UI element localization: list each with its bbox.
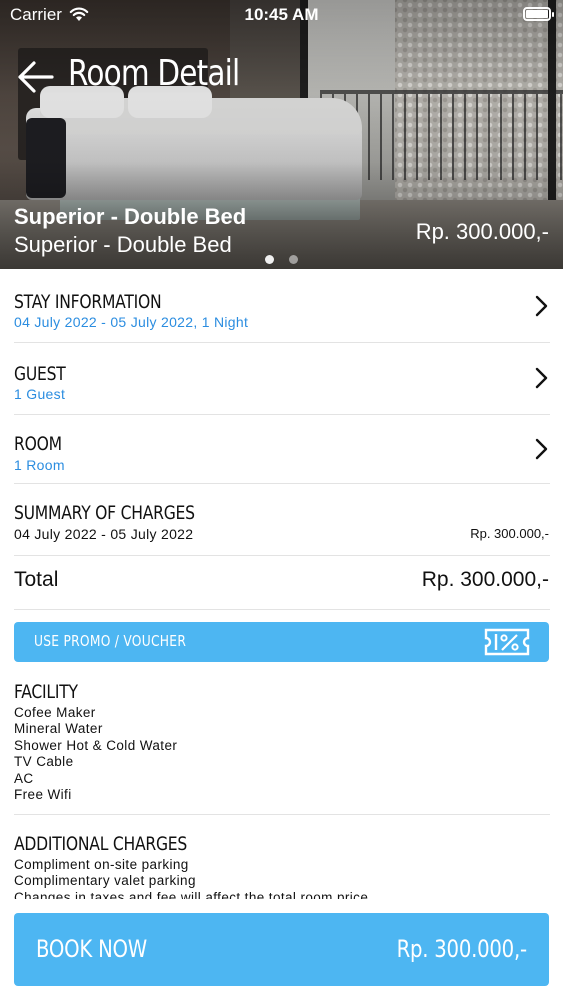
additional-charges-scroll[interactable]: Compliment on-site parking Complimentary…: [14, 857, 550, 899]
guest-row[interactable]: GUEST 1 Guest: [0, 343, 563, 414]
guest-title: GUEST: [14, 363, 66, 385]
status-bar: Carrier 10:45 AM: [0, 0, 563, 30]
carousel-dot[interactable]: [265, 255, 274, 264]
book-now-label: BOOK NOW: [36, 935, 148, 963]
facility-list: Cofee Maker Mineral Water Shower Hot & C…: [14, 705, 177, 803]
chevron-right-icon: [535, 367, 548, 389]
divider: [14, 814, 550, 815]
book-now-button[interactable]: BOOK NOW Rp. 300.000,-: [14, 913, 549, 986]
stay-information-row[interactable]: STAY INFORMATION 04 July 2022 - 05 July …: [0, 269, 563, 342]
page-title: Room Detail: [68, 53, 240, 94]
room-name: Superior - Double Bed: [14, 204, 247, 229]
room-type: Superior - Double Bed: [14, 232, 232, 257]
list-item: Shower Hot & Cold Water: [14, 737, 178, 753]
room-value: 1 Room: [14, 457, 65, 473]
room-row[interactable]: ROOM 1 Room: [0, 415, 563, 483]
divider: [14, 609, 550, 610]
divider: [14, 555, 550, 556]
list-item: AC: [14, 770, 34, 786]
list-item: Compliment on-site parking: [14, 857, 189, 872]
battery-icon: [523, 7, 554, 21]
list-item: Changes in taxes and fee will affect the…: [14, 889, 369, 899]
total-value: Rp. 300.000,-: [421, 568, 549, 591]
promo-voucher-label: USE PROMO / VOUCHER: [34, 632, 187, 650]
stay-information-title: STAY INFORMATION: [14, 291, 162, 313]
additional-charges-title: ADDITIONAL CHARGES: [14, 833, 188, 855]
clock: 10:45 AM: [244, 5, 319, 24]
facility-title: FACILITY: [14, 681, 78, 703]
book-now-price: Rp. 300.000,-: [396, 935, 527, 963]
list-item: Mineral Water: [14, 721, 103, 737]
list-item: TV Cable: [14, 754, 74, 770]
voucher-percent-icon: [484, 628, 530, 656]
promo-voucher-button[interactable]: USE PROMO / VOUCHER: [14, 622, 549, 662]
room-photo-carousel[interactable]: Carrier 10:45 AM Room Detail Superior - …: [0, 0, 563, 269]
room-title: ROOM: [14, 433, 62, 455]
summary-price: Rp. 300.000,-: [470, 526, 549, 541]
summary-title: SUMMARY OF CHARGES: [14, 502, 195, 524]
carousel-dot[interactable]: [289, 255, 298, 264]
summary-dates: 04 July 2022 - 05 July 2022: [14, 526, 194, 542]
carousel-page-indicator[interactable]: [263, 255, 303, 265]
total-label: Total: [14, 568, 59, 591]
chevron-right-icon: [535, 438, 548, 460]
room-price: Rp. 300.000,-: [415, 219, 549, 244]
list-item: Free Wifi: [14, 787, 72, 803]
divider: [14, 483, 550, 484]
guest-value: 1 Guest: [14, 386, 66, 402]
list-item: Cofee Maker: [14, 705, 96, 720]
stay-information-value: 04 July 2022 - 05 July 2022, 1 Night: [14, 314, 249, 330]
back-arrow-icon[interactable]: [16, 58, 56, 96]
chevron-right-icon: [535, 295, 548, 317]
list-item: Complimentary valet parking: [14, 873, 196, 889]
additional-charges-list: Compliment on-site parking Complimentary…: [14, 857, 550, 899]
